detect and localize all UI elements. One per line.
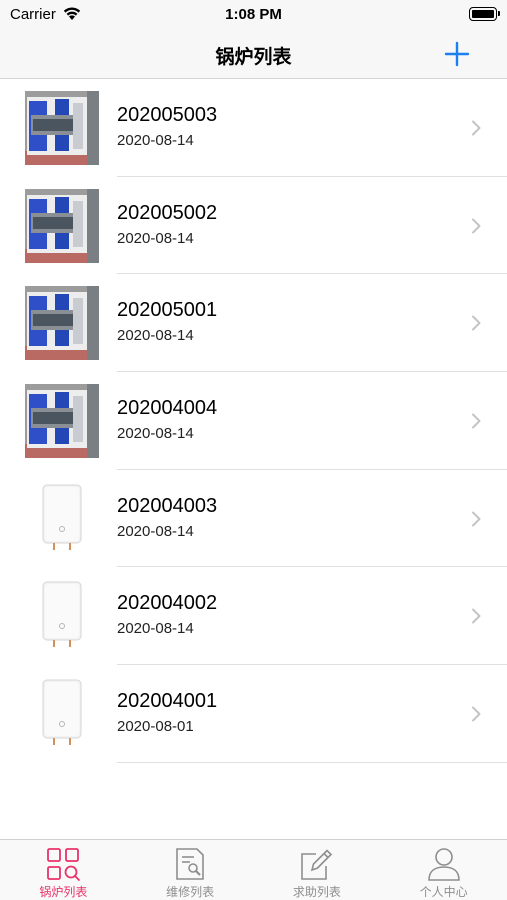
boiler-row[interactable]: 202004003 2020-08-14 <box>0 470 507 568</box>
chevron-right-icon <box>472 413 481 429</box>
boiler-id: 202004004 <box>117 397 218 420</box>
tab-label: 锅炉列表 <box>39 885 88 899</box>
boiler-date: 2020-08-14 <box>117 229 194 247</box>
chevron-right-icon <box>472 511 481 527</box>
row-divider <box>117 761 507 763</box>
boiler-id: 202004002 <box>117 592 218 615</box>
boiler-row[interactable]: 202004004 2020-08-14 <box>0 372 507 470</box>
boiler-id: 202004003 <box>117 494 218 517</box>
boiler-id: 202005001 <box>117 299 218 322</box>
edit-icon <box>301 849 333 880</box>
boiler-thumbnail <box>25 579 99 654</box>
boiler-thumbnail <box>25 91 99 165</box>
tab-label: 求助列表 <box>292 885 341 899</box>
boiler-id: 202004001 <box>117 690 218 713</box>
tab-repair-list[interactable]: 维修列表 <box>127 840 254 900</box>
chevron-right-icon <box>472 315 481 331</box>
boiler-thumbnail <box>25 677 99 752</box>
person-icon <box>427 848 460 881</box>
page-title: 锅炉列表 <box>215 47 292 68</box>
clock: 1:08 PM <box>225 6 282 23</box>
boiler-row[interactable]: 202005003 2020-08-14 <box>0 79 507 177</box>
boiler-row[interactable]: 202004002 2020-08-14 <box>0 567 507 666</box>
plus-icon[interactable] <box>443 40 471 68</box>
tab-bar: 锅炉列表 维修列表 求助列表 个人中心 <box>0 839 507 900</box>
tab-help-list[interactable]: 求助列表 <box>254 840 381 900</box>
boiler-thumbnail <box>25 188 99 263</box>
tab-boiler-list[interactable]: 锅炉列表 <box>0 840 127 900</box>
chevron-right-icon <box>472 218 481 234</box>
chevron-right-icon <box>472 706 481 722</box>
boiler-row[interactable]: 202005001 2020-08-14 <box>0 274 507 373</box>
boiler-id: 202005003 <box>117 104 218 126</box>
chevron-right-icon <box>472 608 481 624</box>
boiler-id: 202005002 <box>117 201 218 224</box>
boiler-thumbnail <box>25 384 99 459</box>
battery-icon <box>469 7 500 21</box>
tab-label: 维修列表 <box>166 885 215 899</box>
boiler-thumbnail <box>25 481 99 556</box>
boiler-list: 202005003 2020-08-14 202005002 2020-08-14 20… <box>0 79 507 763</box>
boiler-date: 2020-08-14 <box>117 327 194 345</box>
tab-profile[interactable]: 个人中心 <box>380 840 507 900</box>
document-wrench-icon <box>176 848 204 880</box>
boiler-thumbnail <box>25 286 99 361</box>
grid-search-icon <box>47 848 81 881</box>
chevron-right-icon <box>472 120 481 136</box>
boiler-row[interactable]: 202004001 2020-08-01 <box>0 665 507 763</box>
boiler-row[interactable]: 202005002 2020-08-14 <box>0 177 507 275</box>
tab-label: 个人中心 <box>419 885 468 899</box>
status-bar: Carrier 1:08 PM <box>0 0 507 30</box>
boiler-date: 2020-08-14 <box>117 425 194 443</box>
boiler-date: 2020-08-14 <box>117 522 194 540</box>
navigation-bar: 锅炉列表 <box>0 30 507 79</box>
boiler-date: 2020-08-14 <box>117 132 194 149</box>
boiler-date: 2020-08-01 <box>117 718 194 736</box>
boiler-date: 2020-08-14 <box>117 620 194 638</box>
